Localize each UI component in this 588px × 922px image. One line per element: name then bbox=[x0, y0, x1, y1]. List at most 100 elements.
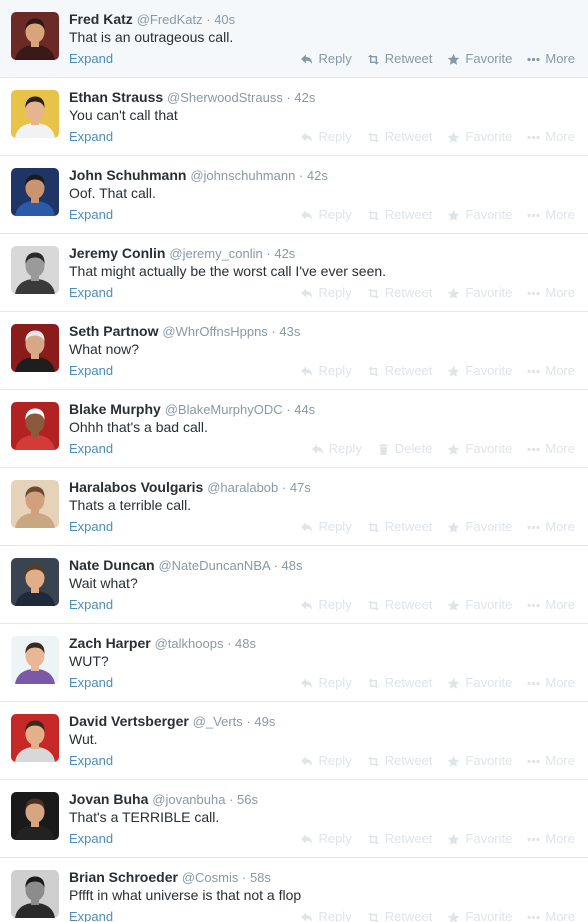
reply-action[interactable]: Reply bbox=[300, 596, 352, 614]
user-handle[interactable]: @WhrOffnsHppns bbox=[162, 324, 267, 339]
favorite-action[interactable]: Favorite bbox=[447, 908, 512, 922]
avatar[interactable] bbox=[11, 714, 59, 762]
more-action[interactable]: More bbox=[527, 518, 575, 536]
more-action[interactable]: More bbox=[527, 752, 575, 770]
expand-link[interactable]: Expand bbox=[69, 830, 113, 848]
user-handle[interactable]: @johnschuhmann bbox=[190, 168, 295, 183]
tweet-timestamp[interactable]: 58s bbox=[250, 870, 271, 885]
favorite-action[interactable]: Favorite bbox=[447, 752, 512, 770]
tweet-item[interactable]: David Vertsberger @_Verts · 49s Wut. Expan… bbox=[0, 702, 588, 780]
user-handle[interactable]: @haralabob bbox=[207, 480, 278, 495]
retweet-action[interactable]: Retweet bbox=[367, 128, 432, 146]
tweet-timestamp[interactable]: 42s bbox=[307, 168, 328, 183]
reply-action[interactable]: Reply bbox=[300, 284, 352, 302]
more-action[interactable]: More bbox=[527, 440, 575, 458]
user-name[interactable]: Brian Schroeder bbox=[69, 869, 178, 885]
user-name[interactable]: Fred Katz bbox=[69, 11, 133, 27]
tweet-item[interactable]: Jovan Buha @jovanbuha · 56s That's a TERR… bbox=[0, 780, 588, 858]
expand-link[interactable]: Expand bbox=[69, 752, 113, 770]
user-handle[interactable]: @talkhoops bbox=[155, 636, 224, 651]
user-name[interactable]: Haralabos Voulgaris bbox=[69, 479, 203, 495]
avatar[interactable] bbox=[11, 168, 59, 216]
tweet-timestamp[interactable]: 40s bbox=[214, 12, 235, 27]
more-action[interactable]: More bbox=[527, 830, 575, 848]
avatar[interactable] bbox=[11, 90, 59, 138]
user-name[interactable]: Nate Duncan bbox=[69, 557, 155, 573]
favorite-action[interactable]: Favorite bbox=[447, 128, 512, 146]
user-name[interactable]: Ethan Strauss bbox=[69, 89, 163, 105]
more-action[interactable]: More bbox=[527, 908, 575, 922]
tweet-timestamp[interactable]: 48s bbox=[235, 636, 256, 651]
user-name[interactable]: John Schuhmann bbox=[69, 167, 186, 183]
retweet-action[interactable]: Retweet bbox=[367, 674, 432, 692]
expand-link[interactable]: Expand bbox=[69, 674, 113, 692]
favorite-action[interactable]: Favorite bbox=[447, 206, 512, 224]
avatar[interactable] bbox=[11, 402, 59, 450]
favorite-action[interactable]: Favorite bbox=[447, 518, 512, 536]
more-action[interactable]: More bbox=[527, 596, 575, 614]
more-action[interactable]: More bbox=[527, 284, 575, 302]
favorite-action[interactable]: Favorite bbox=[447, 50, 512, 68]
avatar[interactable] bbox=[11, 246, 59, 294]
user-name[interactable]: Zach Harper bbox=[69, 635, 151, 651]
user-handle[interactable]: @jeremy_conlin bbox=[169, 246, 262, 261]
tweet-item[interactable]: Brian Schroeder @Cosmis · 58s Pffft in wh… bbox=[0, 858, 588, 922]
expand-link[interactable]: Expand bbox=[69, 206, 113, 224]
expand-link[interactable]: Expand bbox=[69, 128, 113, 146]
avatar[interactable] bbox=[11, 792, 59, 840]
favorite-action[interactable]: Favorite bbox=[447, 674, 512, 692]
user-handle[interactable]: @_Verts bbox=[193, 714, 243, 729]
user-name[interactable]: Seth Partnow bbox=[69, 323, 158, 339]
expand-link[interactable]: Expand bbox=[69, 908, 113, 922]
reply-action[interactable]: Reply bbox=[300, 206, 352, 224]
user-name[interactable]: David Vertsberger bbox=[69, 713, 189, 729]
avatar[interactable] bbox=[11, 636, 59, 684]
avatar[interactable] bbox=[11, 324, 59, 372]
user-handle[interactable]: @jovanbuha bbox=[152, 792, 225, 807]
favorite-action[interactable]: Favorite bbox=[447, 440, 512, 458]
user-name[interactable]: Jovan Buha bbox=[69, 791, 148, 807]
user-handle[interactable]: @SherwoodStrauss bbox=[167, 90, 283, 105]
delete-action[interactable]: Delete bbox=[377, 440, 432, 458]
tweet-item[interactable]: Ethan Strauss @SherwoodStrauss · 42s You … bbox=[0, 78, 588, 156]
avatar[interactable] bbox=[11, 12, 59, 60]
retweet-action[interactable]: Retweet bbox=[367, 284, 432, 302]
user-handle[interactable]: @BlakeMurphyODC bbox=[165, 402, 283, 417]
reply-action[interactable]: Reply bbox=[311, 440, 362, 458]
user-name[interactable]: Jeremy Conlin bbox=[69, 245, 165, 261]
avatar[interactable] bbox=[11, 870, 59, 918]
expand-link[interactable]: Expand bbox=[69, 362, 113, 380]
reply-action[interactable]: Reply bbox=[300, 518, 352, 536]
favorite-action[interactable]: Favorite bbox=[447, 362, 512, 380]
user-handle[interactable]: @FredKatz bbox=[137, 12, 203, 27]
tweet-timestamp[interactable]: 56s bbox=[237, 792, 258, 807]
favorite-action[interactable]: Favorite bbox=[447, 596, 512, 614]
more-action[interactable]: More bbox=[527, 50, 575, 68]
reply-action[interactable]: Reply bbox=[300, 128, 352, 146]
tweet-item[interactable]: Zach Harper @talkhoops · 48s WUT? Expand Re… bbox=[0, 624, 588, 702]
reply-action[interactable]: Reply bbox=[300, 830, 352, 848]
user-handle[interactable]: @NateDuncanNBA bbox=[158, 558, 269, 573]
reply-action[interactable]: Reply bbox=[300, 674, 352, 692]
tweet-timestamp[interactable]: 49s bbox=[254, 714, 275, 729]
tweet-timestamp[interactable]: 44s bbox=[294, 402, 315, 417]
retweet-action[interactable]: Retweet bbox=[367, 830, 432, 848]
tweet-timestamp[interactable]: 43s bbox=[279, 324, 300, 339]
retweet-action[interactable]: Retweet bbox=[367, 518, 432, 536]
reply-action[interactable]: Reply bbox=[300, 752, 352, 770]
user-handle[interactable]: @Cosmis bbox=[182, 870, 239, 885]
expand-link[interactable]: Expand bbox=[69, 284, 113, 302]
expand-link[interactable]: Expand bbox=[69, 518, 113, 536]
more-action[interactable]: More bbox=[527, 128, 575, 146]
tweet-timestamp[interactable]: 42s bbox=[274, 246, 295, 261]
tweet-item[interactable]: Blake Murphy @BlakeMurphyODC · 44s Ohhh t… bbox=[0, 390, 588, 468]
retweet-action[interactable]: Retweet bbox=[367, 752, 432, 770]
expand-link[interactable]: Expand bbox=[69, 440, 113, 458]
tweet-timestamp[interactable]: 42s bbox=[294, 90, 315, 105]
reply-action[interactable]: Reply bbox=[300, 50, 352, 68]
avatar[interactable] bbox=[11, 480, 59, 528]
retweet-action[interactable]: Retweet bbox=[367, 50, 432, 68]
more-action[interactable]: More bbox=[527, 362, 575, 380]
more-action[interactable]: More bbox=[527, 674, 575, 692]
more-action[interactable]: More bbox=[527, 206, 575, 224]
